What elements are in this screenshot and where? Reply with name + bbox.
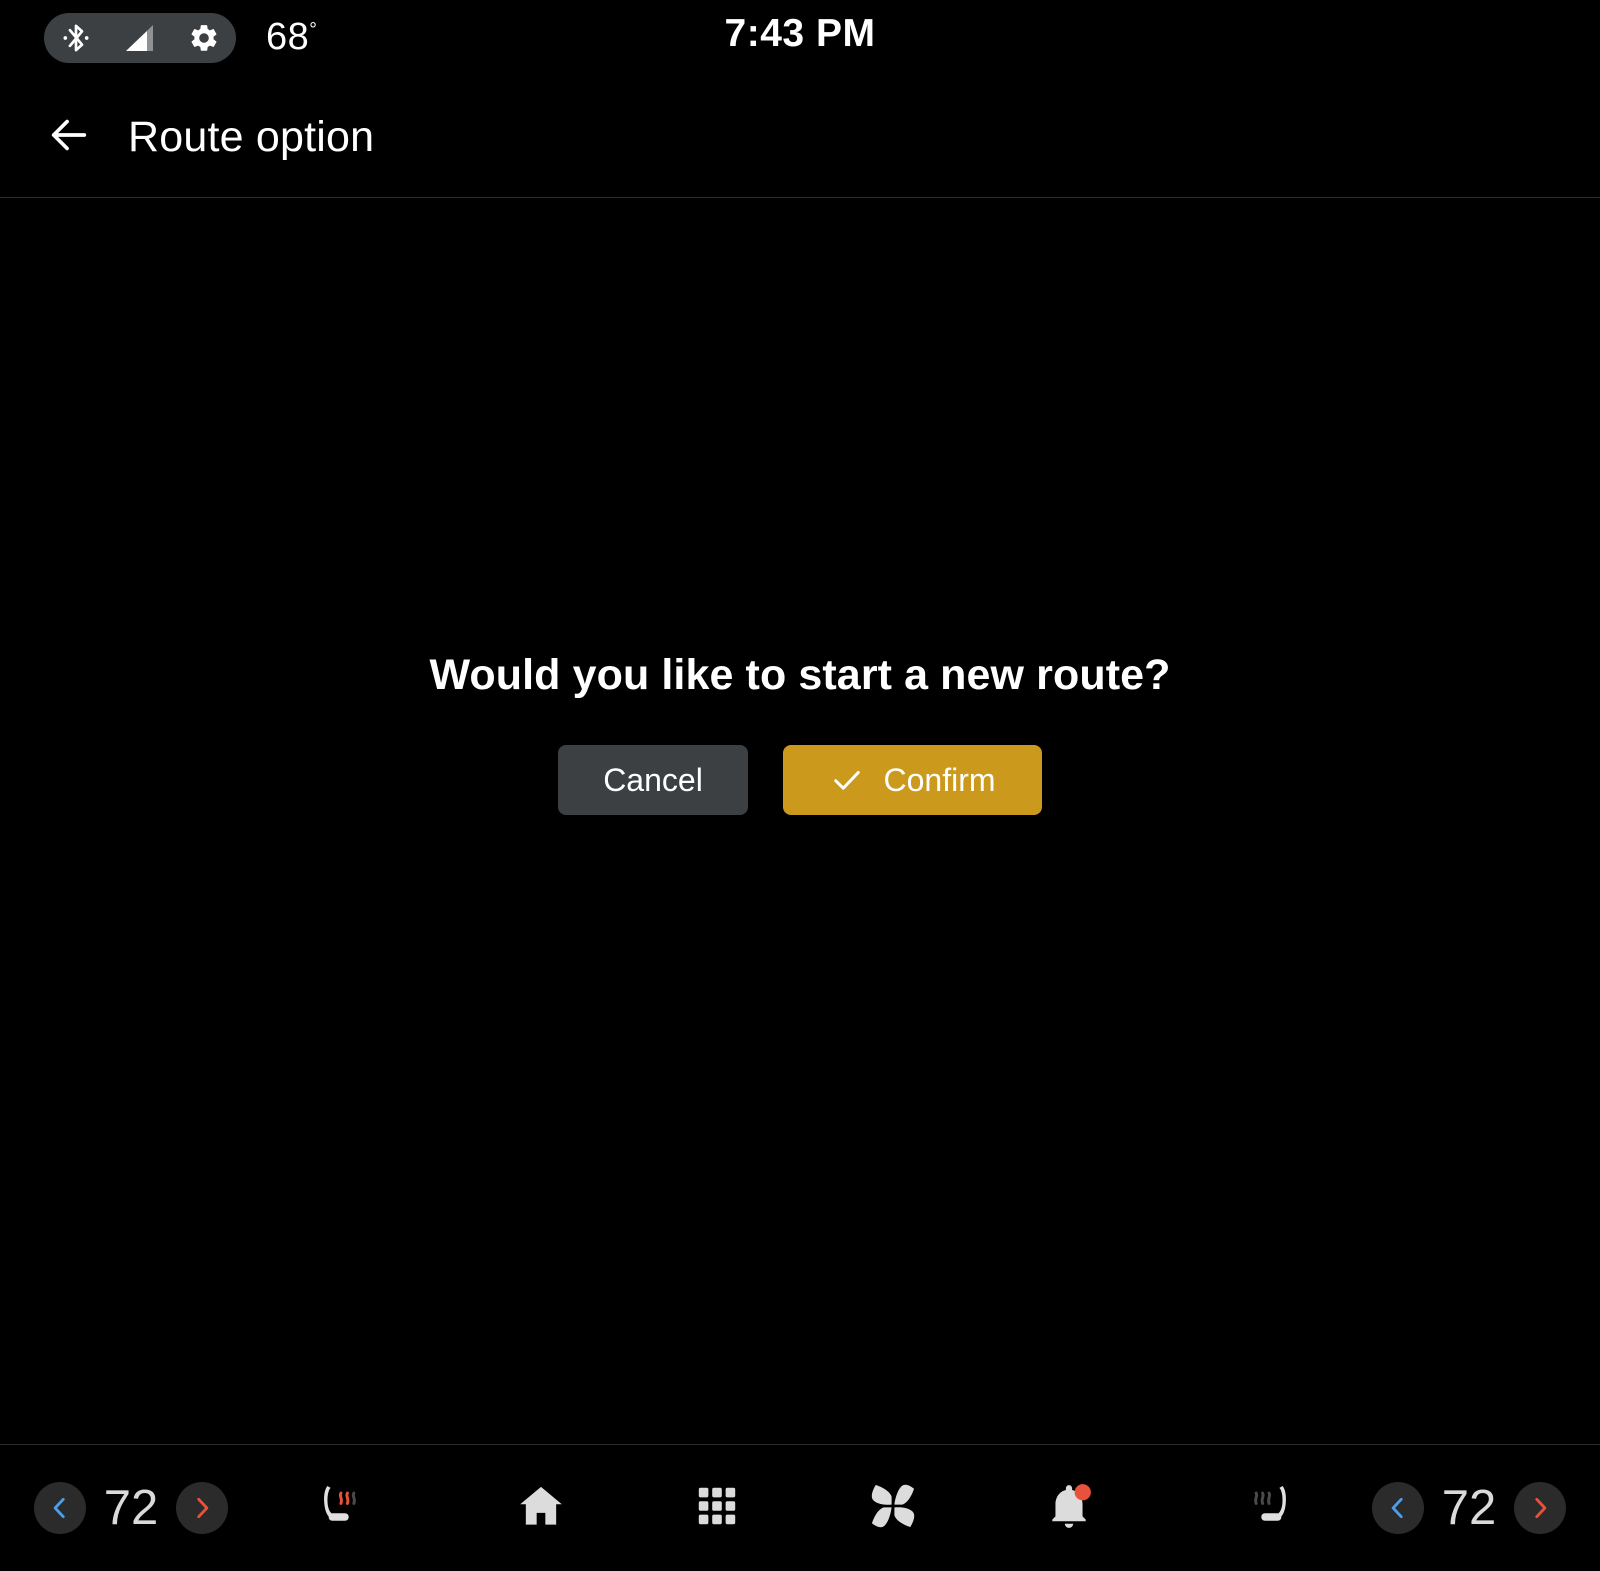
dialog-message: Would you like to start a new route? <box>429 651 1171 699</box>
heated-seat-passenger-icon <box>1240 1475 1302 1542</box>
dialog-actions: Cancel Confirm <box>0 745 1600 815</box>
home-button[interactable] <box>505 1472 577 1544</box>
page-title: Route option <box>128 113 375 161</box>
driver-temp-increase-button[interactable] <box>176 1482 228 1534</box>
passenger-temp-increase-button[interactable] <box>1514 1482 1566 1534</box>
passenger-temperature-value: 72 <box>1441 1481 1497 1535</box>
status-bar: 68° 7:43 PM <box>0 0 1600 78</box>
driver-climate-controls: 72 <box>34 1480 228 1536</box>
chevron-right-icon <box>1535 1497 1547 1519</box>
passenger-heated-seat-button[interactable] <box>1232 1469 1310 1547</box>
apps-grid-icon <box>694 1483 740 1534</box>
fan-icon <box>865 1478 921 1539</box>
chevron-left-icon <box>53 1497 65 1519</box>
clock: 7:43 PM <box>724 12 876 55</box>
notifications-button[interactable] <box>1033 1472 1105 1544</box>
app-header: Route option <box>0 78 1600 198</box>
back-arrow-icon <box>46 112 92 163</box>
nav-center-icons <box>378 1472 1232 1544</box>
cancel-button[interactable]: Cancel <box>558 745 748 815</box>
driver-heated-seat-button[interactable] <box>300 1469 378 1547</box>
passenger-temp-decrease-button[interactable] <box>1372 1482 1424 1534</box>
chevron-left-icon <box>1391 1497 1403 1519</box>
apps-button[interactable] <box>681 1472 753 1544</box>
passenger-climate-controls: 72 <box>1372 1480 1566 1536</box>
bell-icon <box>1044 1481 1094 1536</box>
chevron-right-icon <box>197 1497 209 1519</box>
heated-seat-driver-icon <box>308 1475 370 1542</box>
back-button[interactable] <box>32 101 106 175</box>
bottom-nav-bar: 72 72 <box>0 1444 1600 1571</box>
cancel-button-label: Cancel <box>603 761 703 798</box>
home-icon <box>515 1480 567 1537</box>
driver-temperature-value: 72 <box>103 1481 159 1535</box>
driver-temp-decrease-button[interactable] <box>34 1482 86 1534</box>
new-route-dialog: Would you like to start a new route? Can… <box>0 651 1600 815</box>
confirm-button[interactable]: Confirm <box>783 745 1042 815</box>
main-content-area: Would you like to start a new route? Can… <box>0 199 1600 1444</box>
check-icon <box>829 762 865 798</box>
confirm-button-label: Confirm <box>883 761 996 798</box>
climate-button[interactable] <box>857 1472 929 1544</box>
